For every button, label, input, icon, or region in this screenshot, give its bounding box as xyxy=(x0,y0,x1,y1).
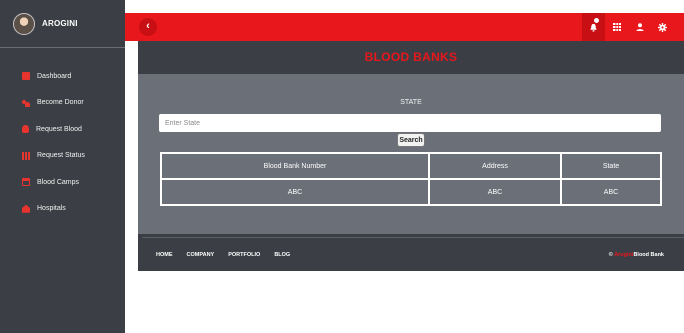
brand-name: AROGINI xyxy=(42,19,78,28)
sidebar-item-hospitals[interactable]: Hospitals xyxy=(0,196,125,223)
sidebar-item-label: Request Blood xyxy=(36,125,82,133)
dashboard-icon xyxy=(22,72,30,81)
settings-gear-icon xyxy=(658,22,667,32)
table-row: ABC ABC ABC xyxy=(160,178,662,206)
footer-link-portfolio[interactable]: PORTFOLIO xyxy=(228,252,260,258)
footer: HOME COMPANY PORTFOLIO BLOG © AroginiBlo… xyxy=(142,237,684,271)
sidebar-item-label: Blood Camps xyxy=(37,178,80,186)
column-header-state: State xyxy=(560,152,662,180)
sidebar-item-request-status[interactable]: Request Status xyxy=(0,143,125,170)
search-button[interactable]: Search xyxy=(397,133,425,147)
settings-button[interactable] xyxy=(651,13,674,41)
notification-button[interactable] xyxy=(582,13,605,41)
apps-button[interactable] xyxy=(605,13,628,41)
app-page: AROGINI Dashboard Become Donor Request B… xyxy=(0,0,684,333)
profile-button[interactable] xyxy=(628,13,651,41)
column-header-address: Address xyxy=(428,152,562,180)
calendar-icon xyxy=(22,178,30,187)
page-title: BLOOD BANKS xyxy=(364,50,458,64)
sidebar-item-request-blood[interactable]: Request Blood xyxy=(0,116,125,143)
copyright-symbol: © xyxy=(608,252,613,258)
column-header-blood-bank-number: Blood Bank Number xyxy=(160,152,430,180)
sidebar-item-label: Hospitals xyxy=(37,205,66,213)
footer-link-blog[interactable]: BLOG xyxy=(274,252,290,258)
sidebar: AROGINI Dashboard Become Donor Request B… xyxy=(0,0,125,333)
footer-link-home[interactable]: HOME xyxy=(156,252,173,258)
state-label: STATE xyxy=(400,99,422,106)
copyright-brand[interactable]: Arogini xyxy=(614,252,633,258)
state-input[interactable] xyxy=(159,114,661,132)
top-bar: ‹ xyxy=(125,13,684,41)
main-content: BLOOD BANKS STATE Search Blood Bank Numb… xyxy=(138,41,684,271)
copyright: © AroginiBlood Bank xyxy=(609,238,664,272)
status-icon xyxy=(22,151,30,160)
notification-badge xyxy=(594,18,599,23)
blood-drop-icon xyxy=(22,125,29,134)
user-icon xyxy=(636,23,643,31)
hospital-icon xyxy=(22,204,30,213)
sidebar-item-become-donor[interactable]: Become Donor xyxy=(0,90,125,117)
footer-link-company[interactable]: COMPANY xyxy=(187,252,215,258)
sidebar-item-label: Dashboard xyxy=(37,72,72,80)
notification-bell-icon xyxy=(590,23,597,32)
footer-nav: HOME COMPANY PORTFOLIO BLOG xyxy=(156,238,290,272)
sidebar-item-label: Become Donor xyxy=(37,99,84,107)
copyright-text: Blood Bank xyxy=(633,252,664,258)
sidebar-item-blood-camps[interactable]: Blood Camps xyxy=(0,169,125,196)
sidebar-item-label: Request Status xyxy=(37,152,85,160)
top-icons xyxy=(582,13,674,41)
blood-bank-table: Blood Bank Number Address State ABC ABC … xyxy=(160,152,662,206)
sidebar-nav: Dashboard Become Donor Request Blood Req… xyxy=(0,48,125,222)
table-header-row: Blood Bank Number Address State xyxy=(160,152,662,180)
sidebar-brand[interactable]: AROGINI xyxy=(0,0,125,48)
table-cell-blood-bank-number: ABC xyxy=(160,178,430,206)
avatar xyxy=(13,12,35,35)
donor-icon xyxy=(22,99,30,107)
table-cell-state: ABC xyxy=(560,178,662,206)
back-button[interactable]: ‹ xyxy=(139,18,157,36)
sidebar-item-dashboard[interactable]: Dashboard xyxy=(0,63,125,90)
table-cell-address: ABC xyxy=(428,178,562,206)
search-card: STATE Search Blood Bank Number Address S… xyxy=(138,74,684,234)
grid-icon xyxy=(612,23,621,31)
